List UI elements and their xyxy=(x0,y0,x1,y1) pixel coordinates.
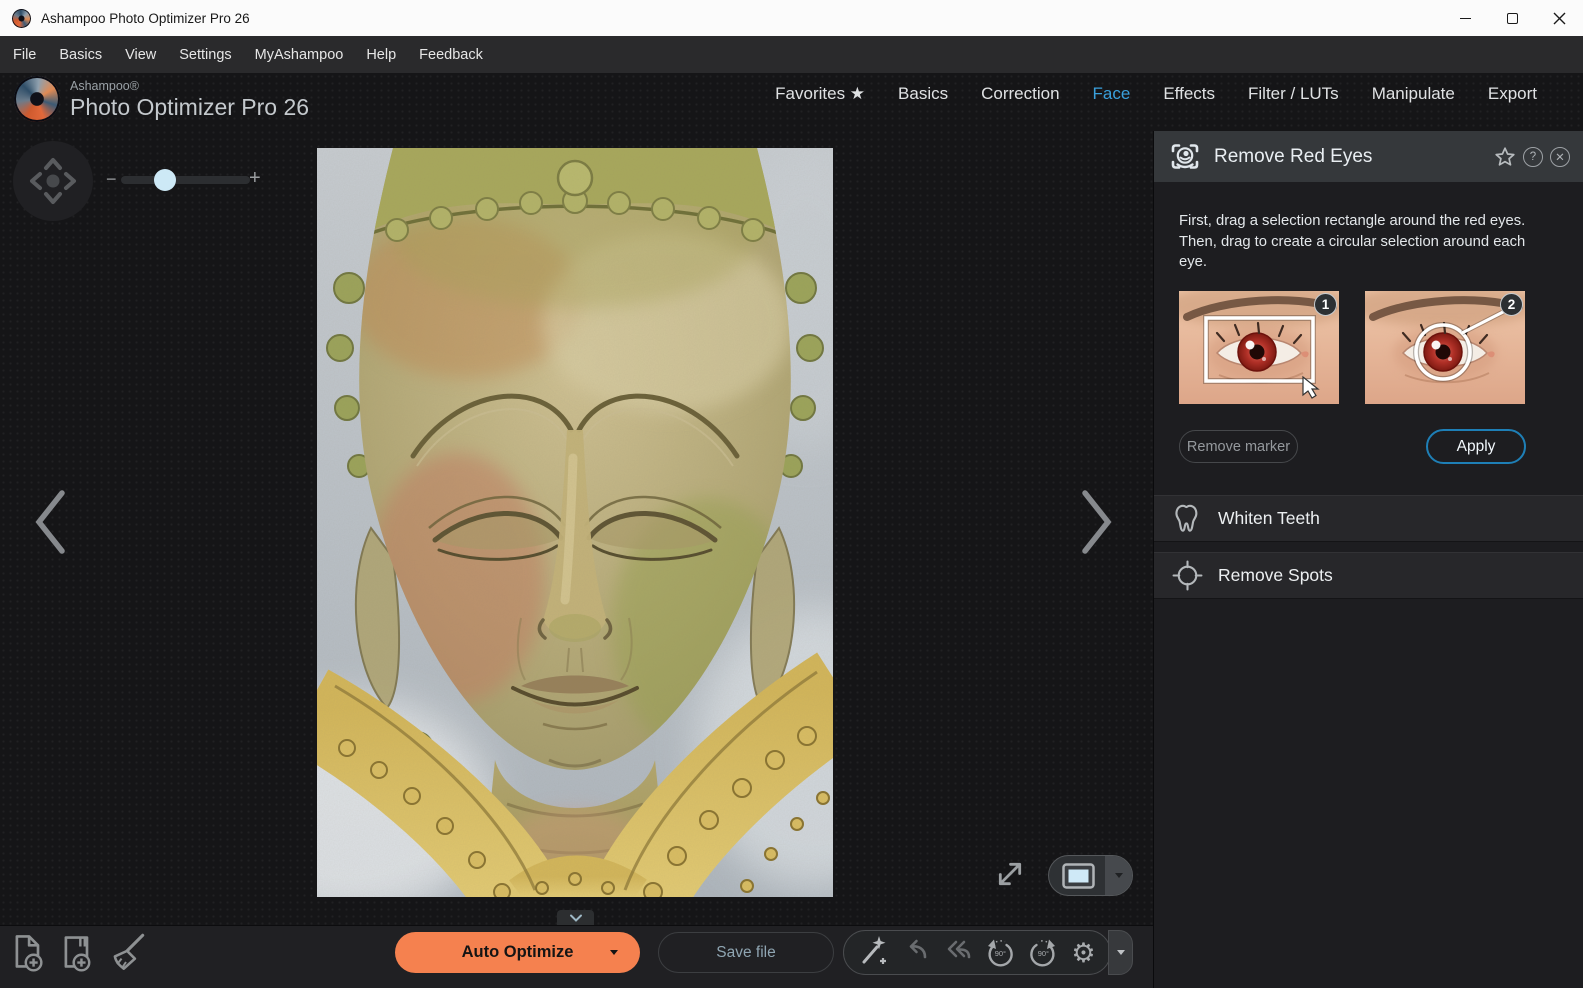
close-panel-icon[interactable]: ✕ xyxy=(1550,147,1570,167)
add-file-icon xyxy=(8,932,48,972)
remove-spots-section[interactable]: Remove Spots xyxy=(1154,552,1583,599)
menu-myashampoo[interactable]: MyAshampoo xyxy=(255,47,344,63)
step-badge: 1 xyxy=(1314,293,1337,316)
menu-view[interactable]: View xyxy=(125,47,156,63)
maximize-button[interactable] xyxy=(1489,0,1536,36)
monitor-icon xyxy=(1062,863,1096,890)
menu-bar: File Basics View Settings MyAshampoo Hel… xyxy=(0,36,1583,73)
panel-title: Remove Red Eyes xyxy=(1214,146,1372,168)
save-file-button[interactable]: Save file xyxy=(658,932,834,973)
caret-down-icon xyxy=(1115,873,1123,878)
favorite-star-icon[interactable] xyxy=(1494,146,1516,168)
close-button[interactable] xyxy=(1536,0,1583,36)
window-title: Ashampoo Photo Optimizer Pro 26 xyxy=(41,11,250,26)
auto-optimize-label: Auto Optimize xyxy=(462,943,574,962)
menu-basics[interactable]: Basics xyxy=(59,47,102,63)
tab-favorites[interactable]: Favorites ★ xyxy=(775,84,865,104)
quick-tools-group: 90° 90° ⚙ xyxy=(843,930,1111,975)
menu-settings[interactable]: Settings xyxy=(179,47,231,63)
section-label: Whiten Teeth xyxy=(1218,508,1320,529)
menu-feedback[interactable]: Feedback xyxy=(419,47,483,63)
collapse-toolbar-tab[interactable] xyxy=(557,910,594,925)
panel-header: Remove Red Eyes ? ✕ xyxy=(1154,131,1583,182)
chevron-left-icon xyxy=(33,488,67,556)
magic-wand-button[interactable] xyxy=(858,934,888,971)
add-clipboard-icon xyxy=(57,932,97,972)
chevron-down-icon xyxy=(569,914,583,922)
previous-image-button[interactable] xyxy=(33,488,67,556)
help-icon[interactable]: ? xyxy=(1523,147,1543,167)
tab-correction[interactable]: Correction xyxy=(981,84,1059,104)
broom-icon xyxy=(106,932,146,972)
rotate-left-label: 90° xyxy=(985,949,1015,958)
tab-export[interactable]: Export xyxy=(1488,84,1537,104)
add-file-button[interactable] xyxy=(8,932,48,977)
magic-wand-icon xyxy=(858,934,888,966)
app-window: Ashampoo Photo Optimizer Pro 26 File Bas… xyxy=(0,0,1583,988)
panel-instructions: First, drag a selection rectangle around… xyxy=(1179,211,1534,273)
undo-icon xyxy=(901,936,929,964)
apply-button[interactable]: Apply xyxy=(1426,429,1526,464)
next-image-button[interactable] xyxy=(1080,488,1114,556)
tab-basics[interactable]: Basics xyxy=(898,84,948,104)
remove-marker-button[interactable]: Remove marker xyxy=(1179,430,1298,463)
zoom-slider-track[interactable] xyxy=(121,176,250,184)
example-image-step2: 2 xyxy=(1365,291,1525,404)
title-bar: Ashampoo Photo Optimizer Pro 26 xyxy=(0,0,1583,36)
app-icon xyxy=(12,9,31,28)
logo-swirl-icon xyxy=(14,76,60,122)
main-nav-tabs: Favorites ★ Basics Correction Face Effec… xyxy=(775,84,1537,104)
pan-control[interactable] xyxy=(13,141,93,221)
auto-optimize-button[interactable]: Auto Optimize xyxy=(395,932,640,973)
tooth-icon xyxy=(1172,503,1203,534)
product-name: Photo Optimizer Pro 26 xyxy=(70,94,309,121)
chevron-right-icon xyxy=(1080,488,1114,556)
buddha-statue-image xyxy=(317,148,833,897)
minimize-button[interactable] xyxy=(1442,0,1489,36)
section-label: Remove Spots xyxy=(1218,565,1333,586)
pan-arrows-icon xyxy=(13,141,93,221)
undo-all-button[interactable] xyxy=(942,936,972,969)
compare-view-control[interactable] xyxy=(1048,855,1133,896)
example-image-step1: 1 xyxy=(1179,291,1339,404)
clear-list-button[interactable] xyxy=(106,932,146,977)
gear-icon: ⚙ xyxy=(1071,938,1095,968)
settings-button[interactable]: ⚙ xyxy=(1071,938,1095,968)
whiten-teeth-section[interactable]: Whiten Teeth xyxy=(1154,495,1583,542)
rotate-right-label: 90° xyxy=(1028,949,1058,958)
rotate-right-button[interactable]: 90° xyxy=(1028,938,1058,968)
tools-dropdown-button[interactable] xyxy=(1108,930,1133,975)
rotate-left-button[interactable]: 90° xyxy=(985,938,1015,968)
app-logo: Ashampoo® Photo Optimizer Pro 26 xyxy=(14,76,309,122)
zoom-slider-thumb[interactable] xyxy=(154,169,176,191)
undo-button[interactable] xyxy=(901,936,929,969)
add-file-from-clipboard-button[interactable] xyxy=(57,932,97,977)
minimize-icon xyxy=(1460,18,1471,19)
close-icon xyxy=(1553,12,1566,25)
tab-manipulate[interactable]: Manipulate xyxy=(1372,84,1455,104)
caret-down-icon xyxy=(1117,950,1125,955)
undo-all-icon xyxy=(942,936,972,964)
menu-help[interactable]: Help xyxy=(366,47,396,63)
tab-face[interactable]: Face xyxy=(1093,84,1131,104)
tab-filter-luts[interactable]: Filter / LUTs xyxy=(1248,84,1339,104)
brand-name: Ashampoo® xyxy=(70,79,309,93)
fullscreen-button[interactable] xyxy=(996,860,1024,888)
zoom-in-button[interactable]: + xyxy=(249,167,261,190)
remove-red-eyes-panel: Remove Red Eyes ? ✕ First, drag a select… xyxy=(1153,131,1583,988)
maximize-icon xyxy=(1507,13,1518,24)
zoom-out-button[interactable]: − xyxy=(106,169,117,190)
target-icon xyxy=(1172,560,1203,591)
tab-effects[interactable]: Effects xyxy=(1163,84,1215,104)
auto-optimize-dropdown-icon[interactable] xyxy=(610,950,618,955)
photo-canvas[interactable] xyxy=(317,148,833,897)
face-scan-icon xyxy=(1169,141,1201,173)
expand-icon xyxy=(996,860,1024,888)
menu-file[interactable]: File xyxy=(13,47,36,63)
step-badge: 2 xyxy=(1500,293,1523,316)
